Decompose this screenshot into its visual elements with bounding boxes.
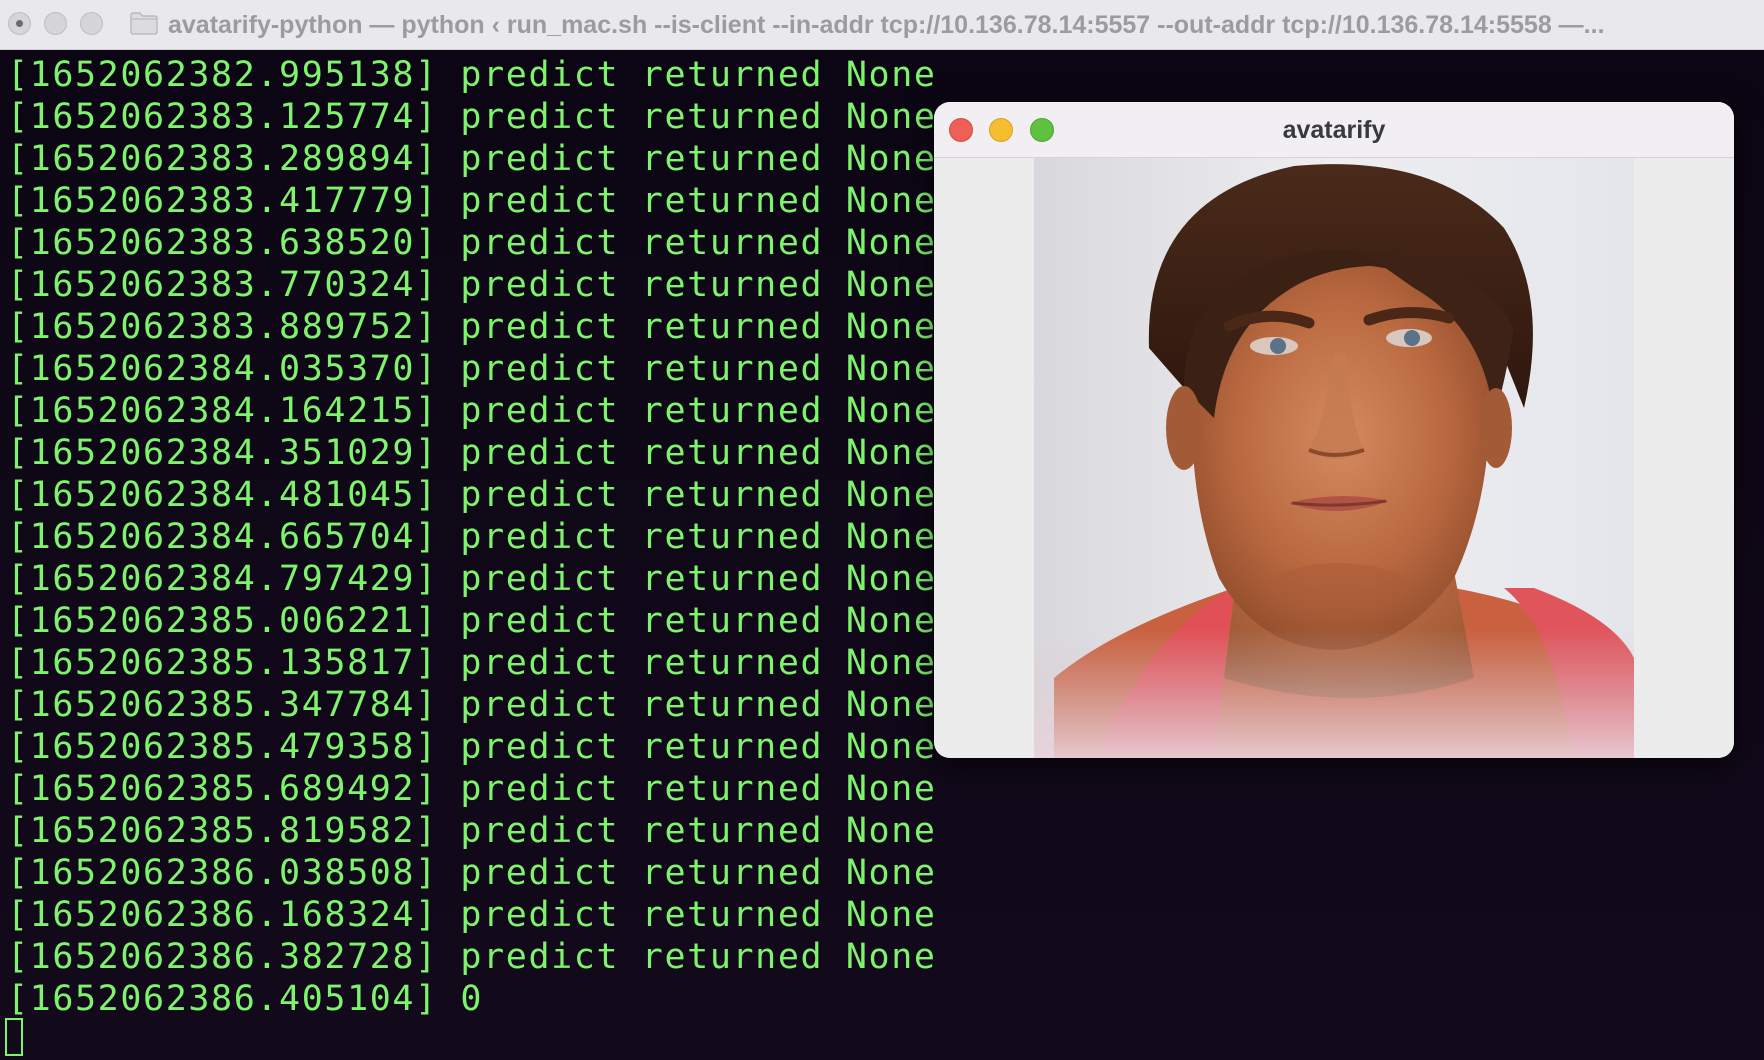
terminal-line: [1652062386.405104] 0 — [7, 979, 484, 1019]
terminal-line: [1652062385.479358] predict returned Non… — [7, 727, 937, 767]
terminal-cursor — [5, 1018, 23, 1056]
terminal-line: [1652062383.125774] predict returned Non… — [7, 97, 937, 137]
terminal-line: [1652062385.689492] predict returned Non… — [7, 769, 937, 809]
terminal-line: [1652062383.770324] predict returned Non… — [7, 265, 937, 305]
avatarify-window-title: avatarify — [1282, 116, 1386, 144]
zoom-button[interactable] — [1030, 118, 1054, 142]
close-button[interactable] — [8, 12, 31, 35]
close-button[interactable] — [949, 118, 973, 142]
terminal-line: [1652062385.819582] predict returned Non… — [7, 811, 937, 851]
terminal-line: [1652062385.135817] predict returned Non… — [7, 643, 937, 683]
terminal-line: [1652062383.289894] predict returned Non… — [7, 139, 937, 179]
terminal-line: [1652062384.035370] predict returned Non… — [7, 349, 937, 389]
terminal-line: [1652062384.481045] predict returned Non… — [7, 475, 937, 515]
avatarify-titlebar: avatarify — [934, 102, 1734, 158]
terminal-line: [1652062382.995138] predict returned Non… — [7, 55, 937, 95]
minimize-button[interactable] — [44, 12, 67, 35]
terminal-line: [1652062383.417779] predict returned Non… — [7, 181, 937, 221]
terminal-line: [1652062386.382728] predict returned Non… — [7, 937, 937, 977]
terminal-line: [1652062383.889752] predict returned Non… — [7, 307, 937, 347]
terminal-line: [1652062384.665704] predict returned Non… — [7, 517, 937, 557]
terminal-line: [1652062384.164215] predict returned Non… — [7, 391, 937, 431]
terminal-line: [1652062384.797429] predict returned Non… — [7, 559, 937, 599]
terminal-line: [1652062385.006221] predict returned Non… — [7, 601, 937, 641]
folder-icon — [130, 11, 158, 35]
avatarify-preview-area — [934, 158, 1734, 758]
terminal-line: [1652062386.038508] predict returned Non… — [7, 853, 937, 893]
terminal-line: [1652062383.638520] predict returned Non… — [7, 223, 937, 263]
terminal-line: [1652062385.347784] predict returned Non… — [7, 685, 937, 725]
minimize-button[interactable] — [989, 118, 1013, 142]
terminal-log: [1652062382.995138] predict returned Non… — [7, 54, 937, 1020]
avatar-face-image — [1034, 158, 1634, 758]
window-title: avatarify-python — python ‹ run_mac.sh -… — [168, 11, 1605, 39]
terminal-line: [1652062386.168324] predict returned Non… — [7, 895, 937, 935]
terminal-titlebar: avatarify-python — python ‹ run_mac.sh -… — [0, 0, 1764, 50]
avatarify-window: avatarify — [934, 102, 1734, 758]
terminal-line: [1652062384.351029] predict returned Non… — [7, 433, 937, 473]
zoom-button[interactable] — [80, 12, 103, 35]
